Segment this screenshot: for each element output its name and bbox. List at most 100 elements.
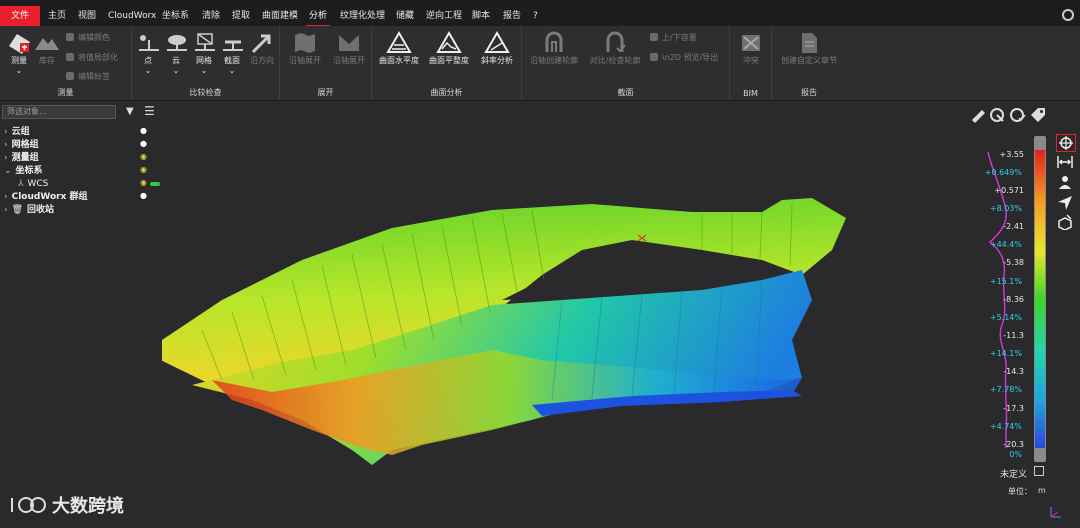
point-cloud-render bbox=[144, 198, 846, 465]
localize-button[interactable]: 将值局部化 bbox=[66, 52, 118, 63]
chevron-right-icon: › bbox=[4, 127, 8, 137]
object-tree: 筛选对象... ▼ ☰ › 云组 ● › 网格组 ● › 测量组 ◉ ⌄ 坐标系 ◉ ⅄… bbox=[0, 102, 162, 220]
undefined-label: 未定义 bbox=[1000, 470, 1028, 480]
tree-item-measure-group[interactable]: › 测量组 bbox=[4, 152, 39, 164]
compare-direction-button[interactable]: 沿方向 bbox=[246, 28, 278, 66]
scale-value: -2.41 bbox=[1003, 222, 1024, 231]
group-compare: 点 ⌄ 云 ⌄ 网格 ⌄ 截面 ⌄ 沿方向 比较检查 bbox=[132, 26, 280, 100]
scale-percent: +8.03% bbox=[989, 204, 1022, 213]
bulb-icon[interactable]: ● bbox=[140, 191, 147, 200]
menu-cloudworx[interactable]: CloudWorx bbox=[108, 6, 156, 26]
visibility-icon[interactable]: ◉ bbox=[140, 165, 147, 174]
edit-color-button[interactable]: 编辑颜色 bbox=[66, 32, 110, 43]
clash-icon bbox=[738, 30, 764, 56]
measure-icon bbox=[6, 30, 32, 56]
create-profile-button[interactable]: 沿轴创建轮廓 bbox=[526, 28, 582, 66]
clash-button[interactable]: 冲突 bbox=[734, 28, 768, 66]
logo-icon bbox=[11, 497, 46, 513]
menu-report[interactable]: 报告 bbox=[503, 6, 521, 26]
menu-script[interactable]: 脚本 bbox=[472, 6, 490, 26]
tree-item-cloudworx-group[interactable]: › CloudWorx 群组 bbox=[4, 191, 88, 203]
chevron-right-icon: › bbox=[4, 153, 8, 163]
group-bim: 冲突 BIM bbox=[730, 26, 772, 100]
chevron-right-icon: › bbox=[4, 205, 8, 215]
scale-percent: +5.14% bbox=[989, 313, 1022, 322]
menu-view[interactable]: 视图 bbox=[78, 6, 96, 26]
group-label-compare: 比较检查 bbox=[189, 88, 222, 97]
check-profile-button[interactable]: 对比/检查轮廓 bbox=[586, 28, 644, 66]
scale-percent: +15.1% bbox=[989, 277, 1022, 286]
menu-bar: 文件 主页 视图 CloudWorx 坐标系 清除 提取 曲面建模 分析 纹理化… bbox=[0, 0, 1080, 27]
arch-check-icon bbox=[602, 30, 628, 56]
section-compare-icon bbox=[220, 30, 246, 56]
menu-coordinate[interactable]: 坐标系 bbox=[162, 6, 189, 26]
menu-texture[interactable]: 纹理化处理 bbox=[340, 6, 385, 26]
refresh-icon[interactable] bbox=[1062, 9, 1074, 21]
pencil-icon bbox=[66, 33, 74, 41]
menu-home[interactable]: 主页 bbox=[48, 6, 66, 26]
menu-help[interactable]: ? bbox=[533, 6, 538, 26]
bulb-icon[interactable]: ● bbox=[140, 139, 147, 148]
compare-section-button[interactable]: 截面 ⌄ bbox=[220, 28, 244, 76]
menu-icon[interactable]: ☰ bbox=[144, 104, 155, 118]
group-surface: 曲面水平度 曲面平整度 斜率分析 曲面分析 bbox=[372, 26, 522, 100]
unroll-axis-2-button[interactable]: 沿轴展开 bbox=[330, 28, 368, 66]
mountain-icon bbox=[34, 30, 60, 56]
unit-value: m bbox=[1038, 486, 1046, 495]
menu-file[interactable]: 文件 bbox=[0, 6, 40, 26]
export-2d-button[interactable]: \n2D 预览/导出 bbox=[650, 52, 718, 63]
group-measure: 测量 ⌄ 库存 编辑颜色 将值局部化 编辑标签 测量 bbox=[0, 26, 132, 100]
scale-value: -14.3 bbox=[1003, 367, 1024, 376]
bulb-icon[interactable]: ● bbox=[140, 126, 147, 135]
slope-analysis-button[interactable]: 斜率分析 bbox=[476, 28, 518, 66]
menu-surface-modeling[interactable]: 曲面建模 bbox=[262, 6, 298, 26]
tree-item-coordinate-system[interactable]: ⌄ 坐标系 bbox=[4, 165, 43, 177]
scale-value: -5.38 bbox=[1003, 258, 1024, 267]
axis-icon: ⅄ bbox=[18, 179, 24, 189]
menu-clean[interactable]: 清除 bbox=[202, 6, 220, 26]
chevron-right-icon: › bbox=[4, 192, 8, 202]
custom-chapter-button[interactable]: 创建自定义章节 bbox=[776, 28, 842, 66]
menu-storage[interactable]: 储藏 bbox=[396, 6, 414, 26]
tree-item-wcs[interactable]: ⅄ WCS bbox=[18, 178, 48, 190]
menu-extract[interactable]: 提取 bbox=[232, 6, 250, 26]
unroll-icon bbox=[336, 30, 362, 56]
active-toggle[interactable] bbox=[150, 182, 160, 186]
measure-button[interactable]: 测量 ⌄ bbox=[4, 28, 34, 76]
compare-mesh-button[interactable]: 网格 ⌄ bbox=[192, 28, 216, 76]
scale-percent: +0.649% bbox=[984, 168, 1022, 177]
scale-percent: +44.4% bbox=[989, 240, 1022, 249]
scale-percent: +4.74% bbox=[989, 422, 1022, 431]
unroll-axis-button[interactable]: 沿轴展开 bbox=[286, 28, 324, 66]
triangle-flat-icon bbox=[436, 30, 462, 56]
tree-item-cloud-group[interactable]: › 云组 bbox=[4, 126, 30, 138]
compare-cloud-button[interactable]: 云 ⌄ bbox=[164, 28, 188, 76]
edit-tag-button[interactable]: 编辑标签 bbox=[66, 71, 110, 82]
group-label-report: 报告 bbox=[801, 88, 817, 97]
menu-analysis[interactable]: 分析 bbox=[305, 6, 331, 27]
undefined-checkbox[interactable] bbox=[1034, 466, 1044, 476]
scale-value: +0.571 bbox=[994, 186, 1024, 195]
ribbon: 测量 ⌄ 库存 编辑颜色 将值局部化 编辑标签 测量 点⌄ 云⌄ 网格⌄ bbox=[0, 26, 1080, 101]
surface-flatness-button[interactable]: 曲面平整度 bbox=[426, 28, 472, 66]
scale-percent: +7.78% bbox=[989, 385, 1022, 394]
3d-viewport[interactable] bbox=[144, 100, 978, 525]
document-icon bbox=[796, 30, 822, 56]
group-label-unroll: 展开 bbox=[317, 88, 334, 97]
mesh-compare-icon bbox=[192, 30, 218, 56]
unit-label: 单位： bbox=[1008, 487, 1032, 496]
compare-point-button[interactable]: 点 ⌄ bbox=[136, 28, 160, 76]
filter-icon[interactable]: ▼ bbox=[126, 106, 134, 117]
visibility-icon[interactable]: ◉ bbox=[140, 152, 147, 161]
menu-reverse-engineering[interactable]: 逆向工程 bbox=[426, 6, 462, 26]
visibility-icon[interactable]: ◉ bbox=[140, 178, 147, 187]
up-down-volume-button[interactable]: 上/下容量 bbox=[650, 32, 697, 43]
surface-level-button[interactable]: 曲面水平度 bbox=[376, 28, 422, 66]
library-button[interactable]: 库存 bbox=[34, 28, 60, 66]
filter-input[interactable]: 筛选对象... bbox=[2, 105, 116, 119]
export-icon bbox=[650, 53, 658, 61]
tree-item-recycle-bin[interactable]: › 🗑 回收站 bbox=[4, 204, 54, 216]
tag-icon bbox=[66, 72, 74, 80]
tree-item-mesh-group[interactable]: › 网格组 bbox=[4, 139, 39, 151]
volume-icon bbox=[650, 33, 658, 41]
